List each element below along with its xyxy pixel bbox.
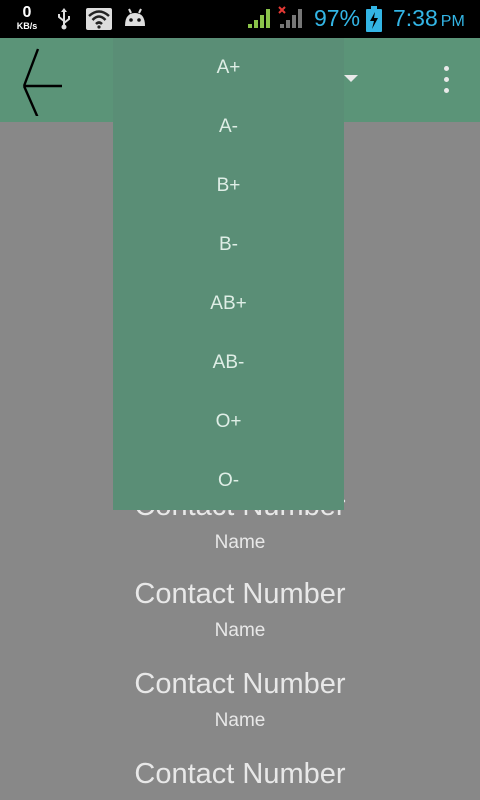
signal-no-data-icon — [278, 6, 302, 28]
arrow-left-icon — [22, 48, 62, 116]
contact-name: Name — [214, 532, 266, 553]
triangle-down-icon[interactable] — [344, 75, 358, 82]
contact-name: Name — [214, 620, 266, 641]
contact-number: Contact Number — [134, 578, 346, 610]
contact-number: Contact Number — [134, 668, 346, 700]
dropdown-item[interactable]: AB+ — [113, 274, 344, 333]
list-item[interactable]: Contact Number Name — [0, 578, 480, 641]
data-rate-unit: KB/s — [16, 21, 38, 31]
more-vertical-icon[interactable] — [436, 66, 456, 96]
clock-ampm: PM — [440, 13, 465, 30]
signal-icon — [248, 9, 270, 28]
battery-charging-icon — [366, 6, 382, 32]
dropdown-item[interactable]: O- — [113, 451, 344, 510]
list-item[interactable]: Contact Number — [0, 760, 480, 789]
contact-number: Contact Number — [134, 758, 346, 790]
back-button[interactable] — [14, 46, 70, 116]
dropdown-item[interactable]: O+ — [113, 392, 344, 451]
status-bar: 0 KB/s 97% 7:38 PM — [0, 0, 480, 38]
data-rate-indicator: 0 KB/s — [14, 5, 40, 31]
android-icon — [125, 8, 145, 26]
clock-time: 7:38 — [393, 5, 438, 31]
blood-group-dropdown: A+ A- B+ B- AB+ AB- O+ O- — [113, 38, 344, 510]
contact-name: Name — [214, 710, 266, 731]
battery-percent: 97% — [314, 5, 361, 31]
usb-icon — [58, 8, 70, 30]
dropdown-item[interactable]: A- — [113, 97, 344, 156]
data-rate-value: 0 — [22, 4, 32, 21]
list-item[interactable]: Contact Number Name — [0, 668, 480, 731]
wifi-icon — [86, 8, 112, 30]
dropdown-item[interactable]: AB- — [113, 333, 344, 392]
dropdown-item[interactable]: B- — [113, 215, 344, 274]
clock: 7:38 PM — [393, 5, 465, 32]
dropdown-item[interactable]: B+ — [113, 156, 344, 215]
dropdown-item[interactable]: A+ — [113, 38, 344, 97]
